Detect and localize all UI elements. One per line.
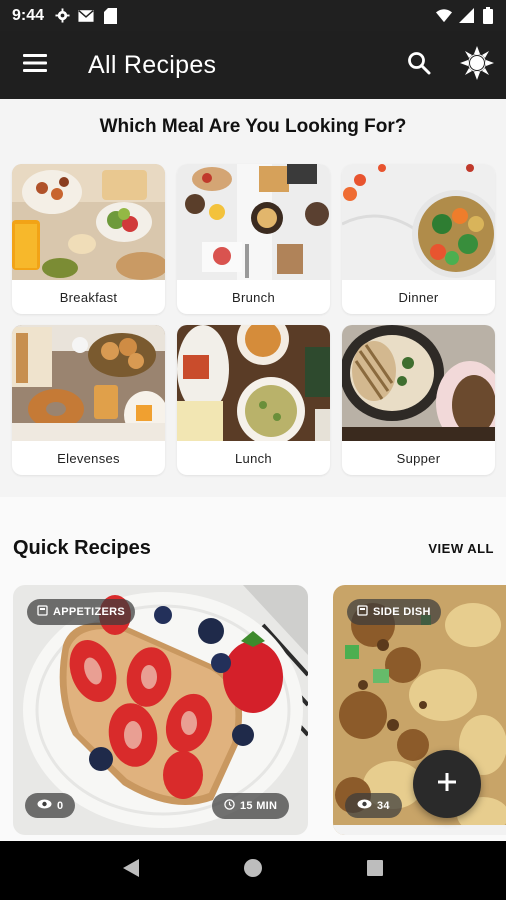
category-chip: SIDE DISH — [347, 599, 441, 625]
breakfast-image — [12, 164, 165, 280]
meal-label: Lunch — [235, 450, 272, 466]
recents-icon — [366, 859, 384, 882]
search-icon — [407, 51, 431, 80]
meal-card-breakfast[interactable]: Breakfast — [12, 164, 165, 314]
add-recipe-button[interactable] — [413, 750, 481, 818]
category-icon — [37, 605, 48, 619]
eye-icon — [357, 799, 372, 812]
meal-grid: Breakfast Brunch Dinner Elevenses Lunch … — [12, 164, 495, 475]
plus-icon — [436, 771, 458, 798]
meal-label: Dinner — [398, 289, 439, 305]
status-icons-left — [54, 7, 118, 24]
brunch-image — [177, 164, 330, 280]
time-label: 15 MIN — [240, 800, 278, 812]
meal-card-supper[interactable]: Supper — [342, 325, 495, 475]
mail-icon — [78, 8, 94, 24]
battery-icon — [480, 7, 496, 24]
status-time: 9:44 — [12, 6, 45, 24]
back-icon — [122, 858, 140, 883]
hamburger-menu-button[interactable] — [0, 31, 70, 99]
meal-label: Elevenses — [57, 450, 120, 466]
category-label: APPETIZERS — [53, 606, 126, 618]
wifi-icon — [436, 8, 452, 24]
meal-section: Which Meal Are You Looking For? Breakfas… — [0, 99, 506, 497]
quick-recipes-title: Quick Recipes — [13, 537, 151, 559]
meal-label: Supper — [396, 450, 441, 466]
recents-button[interactable] — [355, 851, 395, 891]
category-label: SIDE DISH — [373, 606, 431, 618]
dinner-image — [342, 164, 495, 280]
recipe-card[interactable]: APPETIZERS 0 15 MIN — [13, 585, 308, 835]
hamburger-menu-icon — [23, 53, 47, 78]
home-button[interactable] — [233, 851, 273, 891]
navigation-bar — [0, 841, 506, 900]
status-bar: 9:44 — [0, 0, 506, 31]
view-all-link[interactable]: VIEW ALL — [428, 541, 494, 556]
theme-toggle-button[interactable] — [448, 31, 506, 99]
meal-label: Brunch — [232, 289, 275, 305]
lunch-image — [177, 325, 330, 441]
meal-label: Breakfast — [59, 289, 118, 305]
elevenses-image — [12, 325, 165, 441]
meal-card-elevenses[interactable]: Elevenses — [12, 325, 165, 475]
status-icons-right — [436, 7, 496, 24]
search-button[interactable] — [390, 31, 448, 99]
page-title: All Recipes — [88, 50, 217, 79]
sd-card-icon — [102, 7, 118, 24]
meal-card-dinner[interactable]: Dinner — [342, 164, 495, 314]
app-bar: All Recipes — [0, 31, 506, 99]
gear-icon — [54, 8, 70, 24]
meal-card-lunch[interactable]: Lunch — [177, 325, 330, 475]
time-chip: 15 MIN — [212, 793, 290, 819]
views-chip: 0 — [25, 793, 76, 818]
content: Which Meal Are You Looking For? Breakfas… — [0, 99, 506, 841]
back-button[interactable] — [111, 851, 151, 891]
category-icon — [357, 605, 368, 619]
meal-card-brunch[interactable]: Brunch — [177, 164, 330, 314]
category-chip: APPETIZERS — [27, 599, 136, 625]
brightness-icon — [460, 45, 494, 85]
meal-heading: Which Meal Are You Looking For? — [99, 116, 407, 137]
views-count: 0 — [57, 799, 64, 812]
clock-icon — [224, 799, 235, 813]
views-chip: 34 — [345, 793, 402, 818]
views-count: 34 — [377, 799, 390, 812]
app-actions — [390, 31, 506, 99]
supper-image — [342, 325, 495, 441]
eye-icon — [37, 799, 52, 812]
home-icon — [243, 858, 263, 883]
signal-icon — [458, 8, 474, 24]
